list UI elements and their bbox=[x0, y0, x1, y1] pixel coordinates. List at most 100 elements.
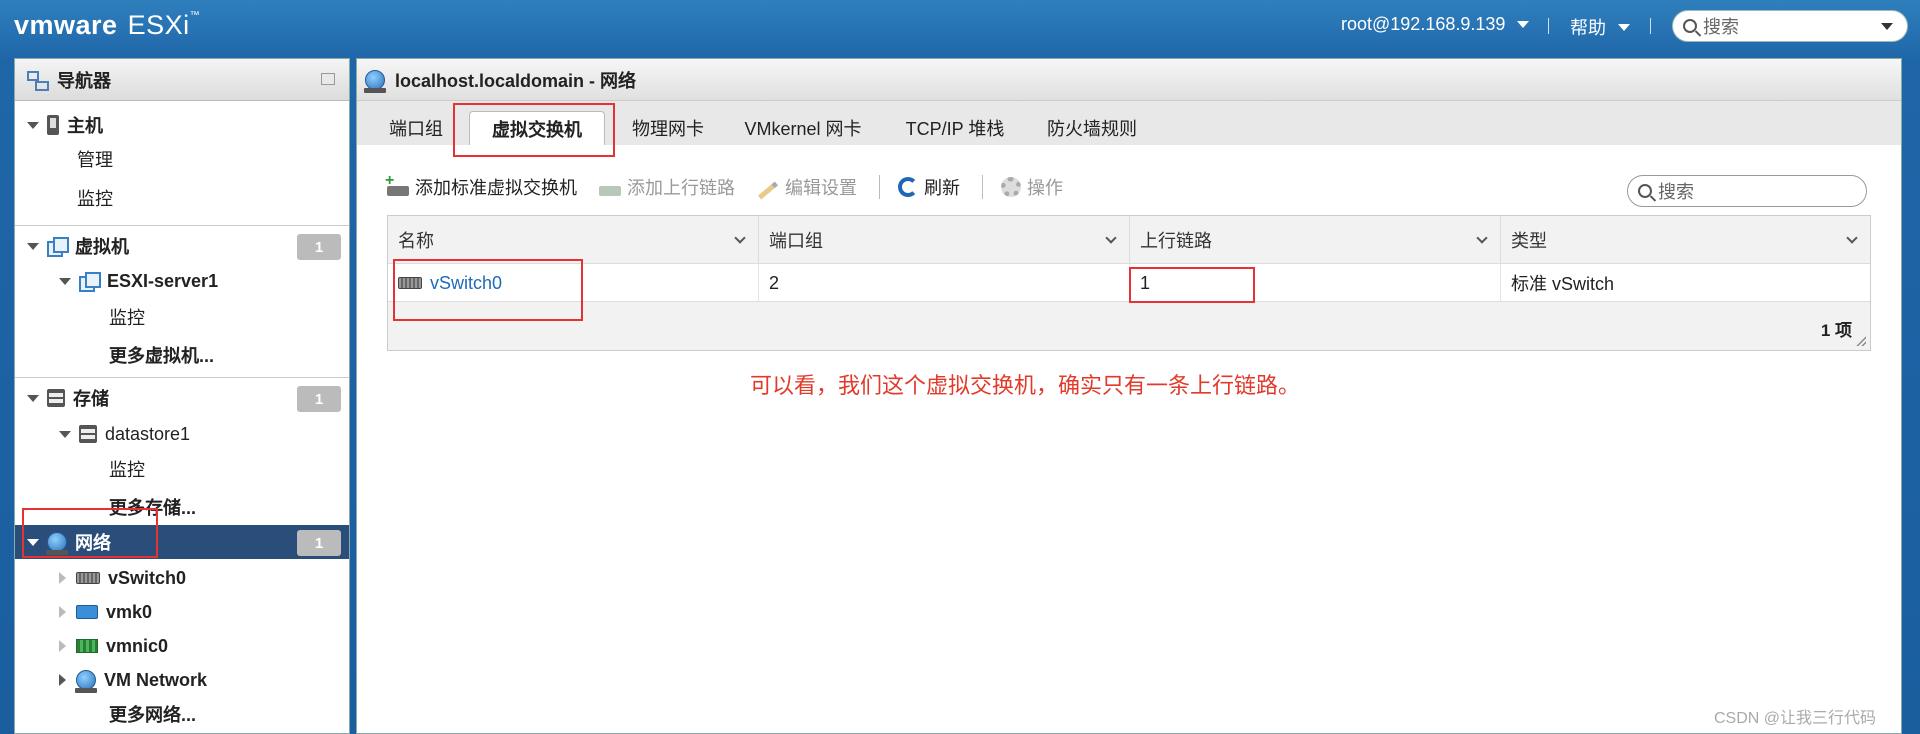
edit-settings-button[interactable]: 编辑设置 bbox=[757, 174, 857, 200]
cell-name[interactable]: vSwitch0 bbox=[388, 264, 759, 302]
cell-type: 标准 vSwitch bbox=[1501, 264, 1870, 302]
help-menu[interactable]: 帮助 bbox=[1570, 14, 1630, 40]
annotation-text: 可以看，我们这个虚拟交换机，确实只有一条上行链路。 bbox=[750, 373, 1301, 398]
column-header-type[interactable]: 类型 bbox=[1501, 216, 1870, 264]
top-bar: vmware ESXi™ root@192.168.9.139 帮助 搜索 bbox=[0, 0, 1920, 52]
tab-physical-nics[interactable]: 物理网卡 bbox=[623, 111, 713, 145]
nav-divider bbox=[15, 225, 349, 226]
cell-port-groups: 2 bbox=[759, 264, 1130, 302]
nav-item-label: 虚拟机 bbox=[75, 237, 129, 257]
logo-vmware-text: vmware bbox=[14, 10, 118, 40]
collapse-arrow-icon[interactable] bbox=[27, 121, 39, 129]
resize-handle-icon[interactable] bbox=[1856, 336, 1866, 346]
chevron-down-icon[interactable] bbox=[734, 232, 746, 244]
tab-label: 虚拟交换机 bbox=[492, 119, 582, 140]
nav-item-vm-monitor[interactable]: 监控 bbox=[15, 300, 349, 334]
tab-virtual-switches[interactable]: 虚拟交换机 bbox=[469, 111, 605, 145]
minimize-icon[interactable] bbox=[321, 73, 335, 85]
expand-arrow-icon[interactable] bbox=[59, 606, 66, 618]
nav-item-host[interactable]: 主机 bbox=[15, 108, 349, 142]
button-label: 操作 bbox=[1027, 178, 1063, 198]
nav-item-vm-network[interactable]: VM Network bbox=[15, 663, 349, 697]
menu-divider bbox=[1548, 18, 1549, 34]
nav-item-label: 更多虚拟机... bbox=[109, 346, 215, 366]
vmkernel-nic-icon bbox=[76, 605, 98, 619]
menu-divider bbox=[1650, 18, 1651, 34]
gear-icon bbox=[1001, 177, 1021, 197]
chevron-down-icon[interactable] bbox=[1476, 232, 1488, 244]
nav-item-networking[interactable]: 网络 1 bbox=[15, 525, 349, 559]
page-title: localhost.localdomain - 网络 bbox=[395, 70, 637, 91]
nav-item-vms[interactable]: 虚拟机 1 bbox=[15, 229, 349, 263]
nav-item-vmnic0[interactable]: vmnic0 bbox=[15, 629, 349, 663]
network-globe-icon bbox=[364, 69, 386, 93]
network-globe-icon bbox=[75, 670, 97, 693]
refresh-button[interactable]: 刷新 bbox=[898, 174, 960, 200]
add-uplink-button[interactable]: 添加上行链路 bbox=[599, 174, 735, 200]
global-search-input[interactable]: 搜索 bbox=[1672, 10, 1908, 42]
nav-item-host-monitor[interactable]: 监控 bbox=[15, 181, 349, 215]
chevron-down-icon[interactable] bbox=[1881, 23, 1893, 30]
expand-arrow-icon[interactable] bbox=[59, 572, 66, 584]
global-search-placeholder: 搜索 bbox=[1703, 17, 1739, 37]
column-label: 名称 bbox=[398, 231, 434, 251]
item-count: 1 项 bbox=[1820, 321, 1852, 340]
collapse-arrow-icon[interactable] bbox=[59, 277, 71, 285]
nav-item-storage[interactable]: 存储 1 bbox=[15, 381, 349, 415]
nav-item-esxi-server1[interactable]: ESXI-server1 bbox=[15, 264, 349, 298]
toolbar: 添加标准虚拟交换机 添加上行链路 编辑设置 刷新 操作 bbox=[385, 171, 1085, 203]
nav-item-datastore1[interactable]: datastore1 bbox=[15, 417, 349, 451]
tab-tcpip-stacks[interactable]: TCP/IP 堆栈 bbox=[893, 111, 1017, 145]
collapse-arrow-icon[interactable] bbox=[59, 430, 71, 438]
nav-item-label: 更多网络... bbox=[109, 705, 197, 725]
button-label: 添加上行链路 bbox=[627, 178, 735, 198]
chevron-down-icon[interactable] bbox=[1846, 232, 1858, 244]
chevron-down-icon bbox=[1618, 23, 1630, 31]
user-menu-label: root@192.168.9.139 bbox=[1341, 14, 1506, 34]
nav-divider bbox=[15, 377, 349, 378]
refresh-icon bbox=[898, 177, 918, 197]
vswitch-link[interactable]: vSwitch0 bbox=[430, 273, 502, 294]
expand-arrow-icon[interactable] bbox=[59, 640, 66, 652]
nav-item-host-manage[interactable]: 管理 bbox=[15, 142, 349, 176]
navigator-tree-icon bbox=[27, 70, 49, 91]
vm-icon bbox=[79, 272, 101, 292]
add-uplink-icon bbox=[599, 186, 621, 196]
count-badge: 1 bbox=[297, 386, 341, 412]
nav-item-label: 存储 bbox=[73, 389, 109, 409]
toolbar-divider bbox=[879, 175, 880, 199]
count-badge: 1 bbox=[297, 234, 341, 260]
search-icon bbox=[1638, 184, 1652, 198]
nav-item-label: 监控 bbox=[109, 308, 145, 328]
actions-button[interactable]: 操作 bbox=[1001, 174, 1063, 200]
nav-item-more-storage[interactable]: 更多存储... bbox=[15, 490, 349, 524]
column-header-name[interactable]: 名称 bbox=[388, 216, 759, 264]
chevron-down-icon[interactable] bbox=[1105, 232, 1117, 244]
nav-item-storage-monitor[interactable]: 监控 bbox=[15, 452, 349, 486]
tab-label: 物理网卡 bbox=[632, 119, 704, 139]
add-standard-vswitch-button[interactable]: 添加标准虚拟交换机 bbox=[385, 172, 577, 200]
count-badge: 1 bbox=[297, 530, 341, 556]
nav-item-vmk0[interactable]: vmk0 bbox=[15, 595, 349, 629]
tab-label: VMkernel 网卡 bbox=[744, 119, 862, 139]
tab-label: 防火墙规则 bbox=[1047, 119, 1137, 139]
table-search-input[interactable]: 搜索 bbox=[1627, 175, 1867, 207]
nav-item-more-networks[interactable]: 更多网络... bbox=[15, 697, 349, 731]
tab-firewall-rules[interactable]: 防火墙规则 bbox=[1037, 111, 1147, 145]
tab-port-groups[interactable]: 端口组 bbox=[381, 111, 451, 145]
collapse-arrow-icon[interactable] bbox=[27, 242, 39, 250]
expand-arrow-icon[interactable] bbox=[59, 674, 66, 686]
nav-item-more-vms[interactable]: 更多虚拟机... bbox=[15, 338, 349, 372]
collapse-arrow-icon[interactable] bbox=[27, 394, 39, 402]
navigator-header: 导航器 bbox=[15, 59, 349, 101]
switch-icon bbox=[398, 277, 422, 289]
collapse-arrow-icon[interactable] bbox=[27, 538, 39, 546]
navigator-title: 导航器 bbox=[57, 70, 111, 91]
nav-item-vswitch0[interactable]: vSwitch0 bbox=[15, 561, 349, 595]
user-menu[interactable]: root@192.168.9.139 bbox=[1341, 14, 1530, 35]
nav-item-label: 网络 bbox=[75, 533, 111, 553]
column-header-uplinks[interactable]: 上行链路 bbox=[1130, 216, 1501, 264]
column-header-port-groups[interactable]: 端口组 bbox=[759, 216, 1130, 264]
tab-vmkernel-nics[interactable]: VMkernel 网卡 bbox=[733, 111, 873, 145]
table-row[interactable]: vSwitch0 2 1 标准 vSwitch bbox=[388, 264, 1870, 302]
